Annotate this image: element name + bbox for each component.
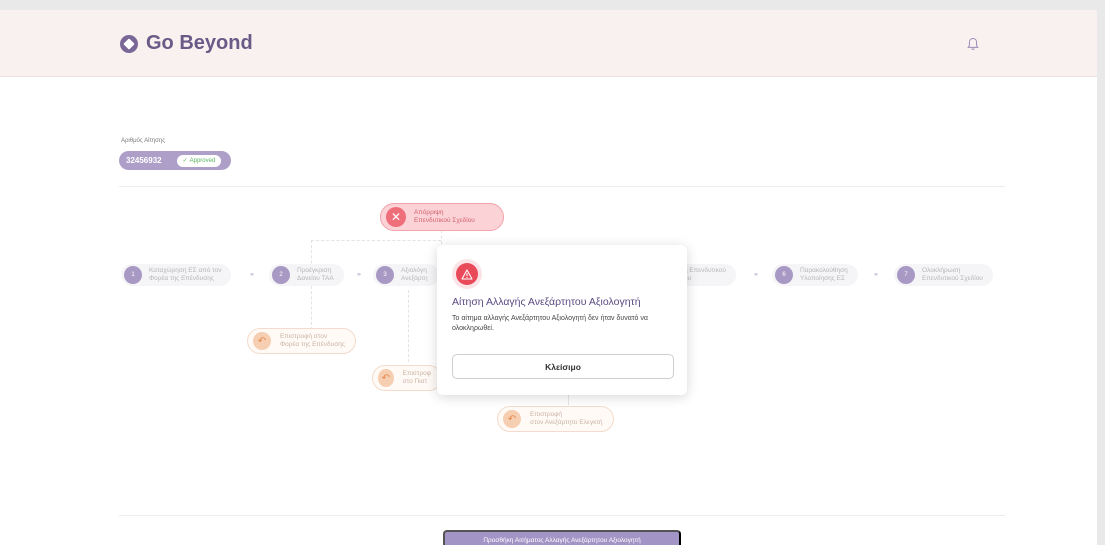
status-badge-label: Approved — [189, 157, 216, 164]
logo-mark-icon — [120, 34, 138, 53]
bell-icon[interactable] — [966, 37, 980, 51]
return-label: Επιστροφή στον Ανεξάρτητο Ελεγκτή — [530, 411, 603, 426]
dialog-title: Αίτηση Αλλαγής Ανεξάρτητου Αξιολογητή — [452, 296, 641, 308]
step-label: Ολοκλήρωση Επενδυτικού Σχεδίου — [922, 267, 983, 282]
divider — [119, 515, 1005, 516]
connector-line — [311, 240, 441, 241]
undo-icon: ↶ — [503, 410, 521, 428]
close-button[interactable]: Κλείσιμο — [452, 354, 674, 379]
step-label: Καταχώρηση ΕΣ από τον Φορέα της Επένδυσης — [149, 267, 222, 282]
step-number: 1 — [124, 266, 142, 284]
chevrons-icon: ››› — [357, 272, 361, 278]
return-node-credit[interactable]: ↶ Επιστροφ στο Πιστ — [372, 365, 442, 391]
rejection-label: Απόρριψη Επενδυτικού Σχεδίου — [414, 209, 475, 224]
step-2[interactable]: 2 Προέγκριση Δανείου ΤΑΑ — [269, 264, 344, 286]
warning-icon — [452, 259, 482, 289]
add-evaluator-change-request-button[interactable]: Προσθήκη Αιτήματος Αλλαγής Ανεξάρτητου Α… — [443, 530, 681, 545]
return-node-auditor[interactable]: ↶ Επιστροφή στον Ανεξάρτητο Ελεγκτή — [497, 406, 614, 432]
close-icon: ✕ — [386, 207, 406, 227]
step-label: Προέγκριση Δανείου ΤΑΑ — [297, 267, 334, 282]
request-number: 32456932 — [126, 156, 162, 165]
return-label: Επιστροφ στο Πιστ — [402, 370, 431, 385]
chevrons-icon: ››› — [754, 272, 758, 278]
step-3[interactable]: 3 Αξιολόγη Ανεξάρτη — [373, 264, 439, 286]
connector-line — [568, 395, 569, 405]
step-label: Παρακολούθηση Υλοποίησης ΕΣ — [800, 267, 848, 282]
step-label: η Επενδυτικού ου — [684, 267, 726, 282]
chevrons-icon: ››› — [250, 272, 254, 278]
step-6[interactable]: 6 Παρακολούθηση Υλοποίησης ΕΣ — [772, 264, 858, 286]
undo-icon: ↶ — [378, 369, 394, 387]
connector-line — [408, 290, 409, 362]
dialog-message: Το αίτημα αλλαγής Ανεξάρτητου Αξιολογητή… — [452, 315, 648, 332]
error-dialog: Αίτηση Αλλαγής Ανεξάρτητου Αξιολογητή Το… — [437, 245, 687, 395]
step-number: 3 — [376, 266, 394, 284]
step-number: 2 — [272, 266, 290, 284]
brand-logo[interactable]: Go Beyond — [120, 32, 253, 55]
divider — [119, 186, 1005, 187]
step-7[interactable]: 7 Ολοκλήρωση Επενδυτικού Σχεδίου — [894, 264, 993, 286]
status-badge: ✓ Approved — [176, 154, 222, 167]
request-number-pill: 32456932 ✓ Approved — [119, 151, 231, 170]
brand-name: Go Beyond — [146, 32, 253, 54]
step-1[interactable]: 1 Καταχώρηση ΕΣ από τον Φορέα της Επένδυσ… — [121, 264, 232, 286]
undo-icon: ↶ — [253, 332, 271, 350]
page: Go Beyond Αριθμός Αίτησης 32456932 ✓ App… — [0, 10, 1097, 545]
step-number: 6 — [775, 266, 793, 284]
request-number-label: Αριθμός Αίτησης — [121, 138, 166, 144]
step-label: Αξιολόγη Ανεξάρτη — [401, 267, 428, 282]
check-icon: ✓ — [182, 158, 188, 164]
return-label: Επιστροφή στον Φορέα της Επένδυσης — [280, 333, 345, 348]
return-node-investor[interactable]: ↶ Επιστροφή στον Φορέα της Επένδυσης — [247, 328, 356, 354]
rejection-node[interactable]: ✕ Απόρριψη Επενδυτικού Σχεδίου — [380, 203, 504, 231]
chevrons-icon: ››› — [874, 272, 878, 278]
app-header: Go Beyond — [0, 10, 1097, 77]
connector-line — [441, 230, 442, 244]
step-number: 7 — [897, 266, 915, 284]
